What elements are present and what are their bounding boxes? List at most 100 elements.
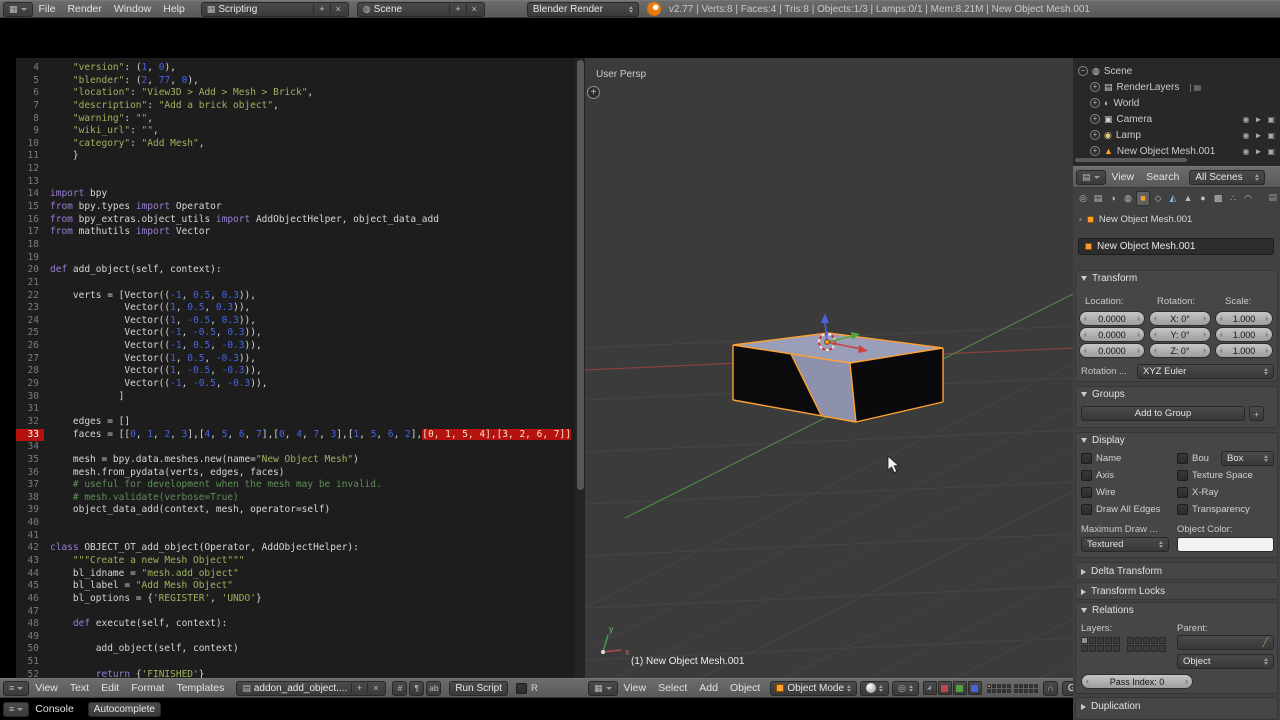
- code-line[interactable]: Vector((1, 0.5, -0.3)),: [50, 353, 573, 366]
- manipulator-translate-icon[interactable]: [937, 681, 952, 695]
- code-line[interactable]: Vector((1, 0.5, 0.3)),: [50, 302, 573, 315]
- expander-icon[interactable]: −: [1078, 66, 1088, 76]
- location-x-field[interactable]: 0.0000: [1079, 311, 1145, 326]
- menu-console[interactable]: Console: [29, 703, 80, 715]
- code-line[interactable]: "description": "Add a brick object",: [50, 100, 573, 113]
- editor-type-button-outliner[interactable]: ▤: [1076, 169, 1106, 185]
- tab-particles[interactable]: ∴: [1226, 191, 1240, 206]
- menu-search[interactable]: Search: [1140, 171, 1185, 183]
- code-line[interactable]: # mesh.validate(verbose=True): [50, 492, 573, 505]
- object-color-swatch[interactable]: [1177, 537, 1274, 552]
- tab-physics[interactable]: ◠: [1241, 191, 1255, 206]
- wire-checkbox[interactable]: [1081, 487, 1092, 498]
- autocomplete-button[interactable]: Autocomplete: [87, 701, 161, 717]
- code-line[interactable]: class OBJECT_OT_add_object(Operator, Add…: [50, 542, 573, 555]
- bounds-checkbox[interactable]: [1177, 453, 1188, 464]
- render-engine-dropdown[interactable]: Blender Render: [526, 1, 639, 17]
- code-line[interactable]: verts = [Vector((-1, 0.5, 0.3)),: [50, 290, 573, 303]
- code-line[interactable]: [50, 176, 573, 189]
- screen-layout-selector[interactable]: ▦ Scripting + ×: [200, 1, 349, 17]
- code-line[interactable]: """Create a new Mesh Object""": [50, 555, 573, 568]
- code-line[interactable]: import bpy: [50, 188, 573, 201]
- code-line[interactable]: "wiki_url": "",: [50, 125, 573, 138]
- close-layout-icon[interactable]: ×: [329, 4, 343, 14]
- syntax-highlight-toggle-icon[interactable]: ab: [426, 680, 442, 696]
- transparency-checkbox[interactable]: [1177, 504, 1188, 515]
- code-line[interactable]: from bpy_extras.object_utils import AddO…: [50, 214, 573, 227]
- 3d-viewport[interactable]: x y User Persp (1) New Object Mesh.001 +: [585, 58, 1073, 678]
- tab-constraints[interactable]: ◇: [1151, 191, 1165, 206]
- code-line[interactable]: Vector((1, -0.5, -0.3)),: [50, 365, 573, 378]
- register-checkbox[interactable]: [516, 682, 528, 694]
- snap-magnet-icon[interactable]: ∩: [1042, 680, 1058, 696]
- tab-object-data[interactable]: ▲: [1181, 191, 1195, 206]
- manipulator-pointer-icon[interactable]: [922, 681, 937, 695]
- expander-icon[interactable]: +: [1090, 130, 1100, 140]
- restrict-view-eye-icon[interactable]: ◉: [1243, 147, 1250, 156]
- outliner-scrollbar[interactable]: [1075, 158, 1187, 162]
- tab-modifiers[interactable]: ◭: [1166, 191, 1180, 206]
- menu-edit[interactable]: Edit: [95, 682, 125, 694]
- restrict-select-pointer-icon[interactable]: ►: [1255, 131, 1263, 140]
- code-line[interactable]: ]: [50, 391, 573, 404]
- code-line[interactable]: add_object(self, context): [50, 643, 573, 656]
- parent-type-dropdown[interactable]: Object: [1177, 654, 1274, 669]
- orientation-dropdown[interactable]: Global: [1061, 680, 1073, 696]
- panel-header-delta-transform[interactable]: Delta Transform: [1081, 566, 1162, 577]
- text-editor[interactable]: 4 5 6 7 8 9 10 11 12 13 14 15 16 17 18 19 20 21 22 23 24 25 26…: [0, 58, 585, 680]
- menu-object[interactable]: Object: [724, 682, 766, 694]
- editor-type-button-console[interactable]: ≡: [3, 701, 30, 717]
- restrict-render-camera-icon[interactable]: ▣: [1267, 115, 1275, 124]
- restrict-select-pointer-icon[interactable]: ►: [1255, 115, 1263, 124]
- code-lines[interactable]: "version": (1, 0), "blender": (2, 77, 0)…: [50, 62, 573, 678]
- code-line[interactable]: [50, 277, 573, 290]
- restrict-view-eye-icon[interactable]: ◉: [1243, 131, 1250, 140]
- tab-render[interactable]: ◎: [1076, 191, 1090, 206]
- scenes-filter-dropdown[interactable]: All Scenes: [1189, 169, 1266, 185]
- scene-selector[interactable]: ◍ Scene + ×: [356, 1, 485, 17]
- code-line[interactable]: "category": "Add Mesh",: [50, 138, 573, 151]
- code-line[interactable]: Vector((1, -0.5, 0.3)),: [50, 315, 573, 328]
- tab-scene[interactable]: ◑: [1106, 191, 1120, 206]
- manipulator-rotate-icon[interactable]: [952, 681, 967, 695]
- add-to-group-button[interactable]: Add to Group: [1081, 406, 1245, 421]
- code-line[interactable]: }: [50, 150, 573, 163]
- code-line[interactable]: [50, 530, 573, 543]
- eyedropper-icon[interactable]: ╱: [1263, 637, 1268, 648]
- editor-type-button-text[interactable]: ≡: [3, 680, 30, 696]
- code-line[interactable]: "warning": "",: [50, 113, 573, 126]
- pin-icon[interactable]: ▪: [1079, 215, 1082, 224]
- line-numbers-toggle-icon[interactable]: #: [392, 680, 408, 696]
- menu-render[interactable]: Render: [61, 3, 107, 15]
- code-line[interactable]: from mathutils import Vector: [50, 226, 573, 239]
- code-line[interactable]: # useful for development when the mesh m…: [50, 479, 573, 492]
- code-line[interactable]: [50, 163, 573, 176]
- name-checkbox[interactable]: [1081, 453, 1092, 464]
- panel-header-display[interactable]: Display: [1081, 435, 1125, 446]
- code-line[interactable]: bl_label = "Add Mesh Object": [50, 580, 573, 593]
- outliner-row[interactable]: + ▣ Camera ◉ ► ▣: [1073, 111, 1280, 127]
- layers-grid-1[interactable]: [986, 683, 1011, 693]
- layers-grid-left[interactable]: [1081, 637, 1120, 652]
- rotation-x-field[interactable]: X: 0°: [1149, 311, 1211, 326]
- expander-icon[interactable]: +: [1090, 98, 1100, 108]
- code-line[interactable]: "version": (1, 0),: [50, 62, 573, 75]
- code-line[interactable]: edges = []: [50, 416, 573, 429]
- code-line[interactable]: from bpy.types import Operator: [50, 201, 573, 214]
- tab-material[interactable]: ●: [1196, 191, 1210, 206]
- tool-shelf-plus-icon[interactable]: +: [587, 86, 600, 99]
- max-draw-type-dropdown[interactable]: Textured: [1081, 537, 1169, 552]
- tab-world[interactable]: ◍: [1121, 191, 1135, 206]
- code-line[interactable]: def add_object(self, context):: [50, 264, 573, 277]
- text-datablock-selector[interactable]: ▤ addon_add_object.... + ×: [236, 680, 387, 696]
- restrict-render-camera-icon[interactable]: ▣: [1267, 147, 1275, 156]
- object-name-field[interactable]: New Object Mesh.001: [1078, 238, 1274, 255]
- menu-format[interactable]: Format: [125, 682, 170, 694]
- code-line[interactable]: "blender": (2, 77, 0),: [50, 75, 573, 88]
- unlink-text-icon[interactable]: ×: [367, 683, 380, 693]
- code-line[interactable]: [50, 631, 573, 644]
- menu-add[interactable]: Add: [693, 682, 724, 694]
- texture-space-checkbox[interactable]: [1177, 470, 1188, 481]
- restrict-render-camera-icon[interactable]: ▣: [1267, 131, 1275, 140]
- code-line[interactable]: Vector((-1, 0.5, -0.3)),: [50, 340, 573, 353]
